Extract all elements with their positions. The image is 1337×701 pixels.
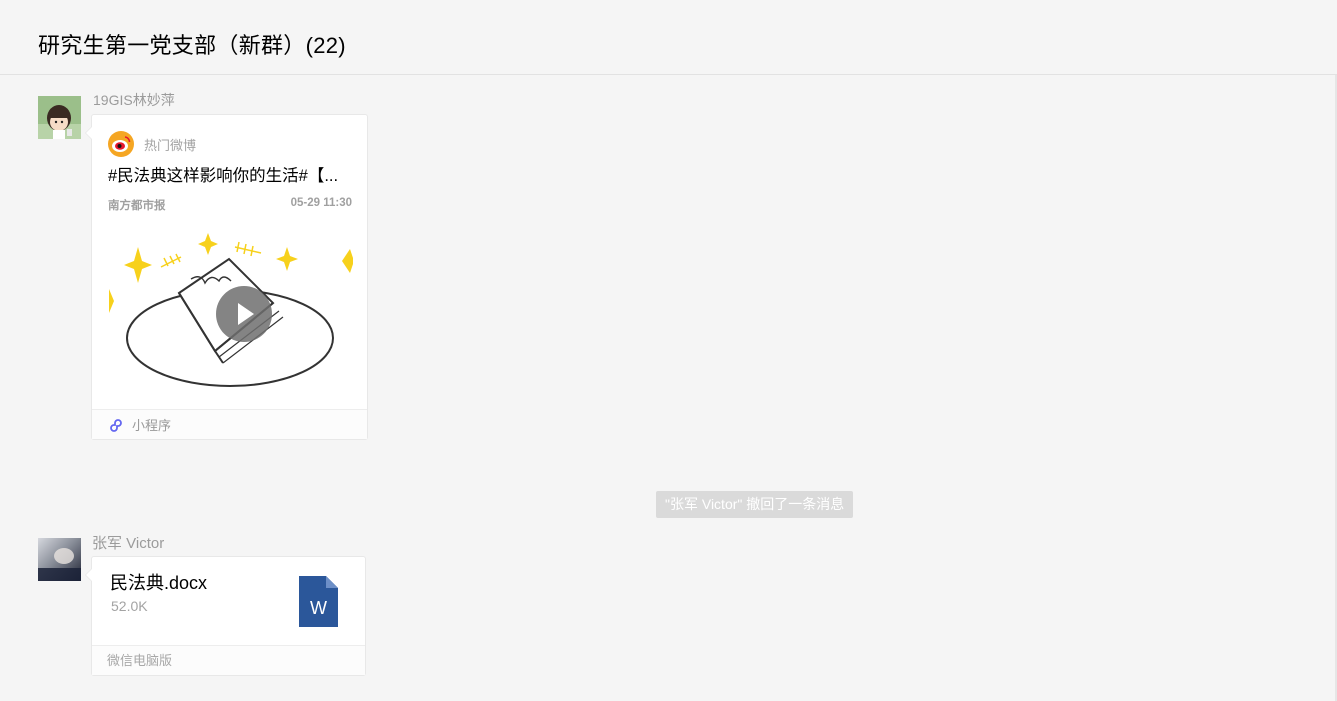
svg-text:W: W (310, 598, 327, 618)
avatar[interactable] (38, 538, 81, 581)
mini-program-publisher: 南方都市报 (108, 200, 166, 212)
mini-program-header: 热门微博 (108, 131, 196, 157)
file-card[interactable]: 民法典.docx 52.0K W 微信电脑版 (91, 556, 366, 676)
mini-program-card[interactable]: 热门微博 #民法典这样影响你的生活#【... 南方都市报 05-29 11:30 (91, 114, 368, 440)
mini-program-title: #民法典这样影响你的生活#【... (108, 167, 339, 185)
word-document-icon: W (299, 576, 338, 627)
mini-program-icon (110, 418, 122, 432)
video-cover-image[interactable] (107, 223, 353, 401)
mini-program-source: 热门微博 (144, 137, 197, 153)
file-footer: 微信电脑版 (92, 645, 365, 675)
chat-header: 研究生第一党支部（新群）(22) (0, 0, 1337, 75)
file-size: 52.0K (111, 598, 148, 614)
chat-title: 研究生第一党支部（新群）(22) (38, 33, 346, 58)
system-notice: "张军 Victor" 撤回了一条消息 (656, 491, 854, 518)
mini-program-footer-label: 小程序 (132, 418, 172, 433)
sender-name: 19GIS林妙萍 (93, 92, 175, 108)
weibo-logo-icon (108, 131, 134, 157)
avatar[interactable] (38, 96, 81, 139)
mini-program-time: 05-29 11:30 (290, 197, 352, 209)
file-name: 民法典.docx (110, 573, 208, 593)
avatar-girl-image (38, 96, 81, 139)
mini-program-meta: 南方都市报 05-29 11:30 (108, 197, 352, 213)
avatar-photo-image (38, 538, 81, 581)
sender-name: 张军 Victor (92, 535, 165, 552)
play-button[interactable] (216, 286, 272, 342)
mini-program-footer: 小程序 (92, 409, 367, 439)
